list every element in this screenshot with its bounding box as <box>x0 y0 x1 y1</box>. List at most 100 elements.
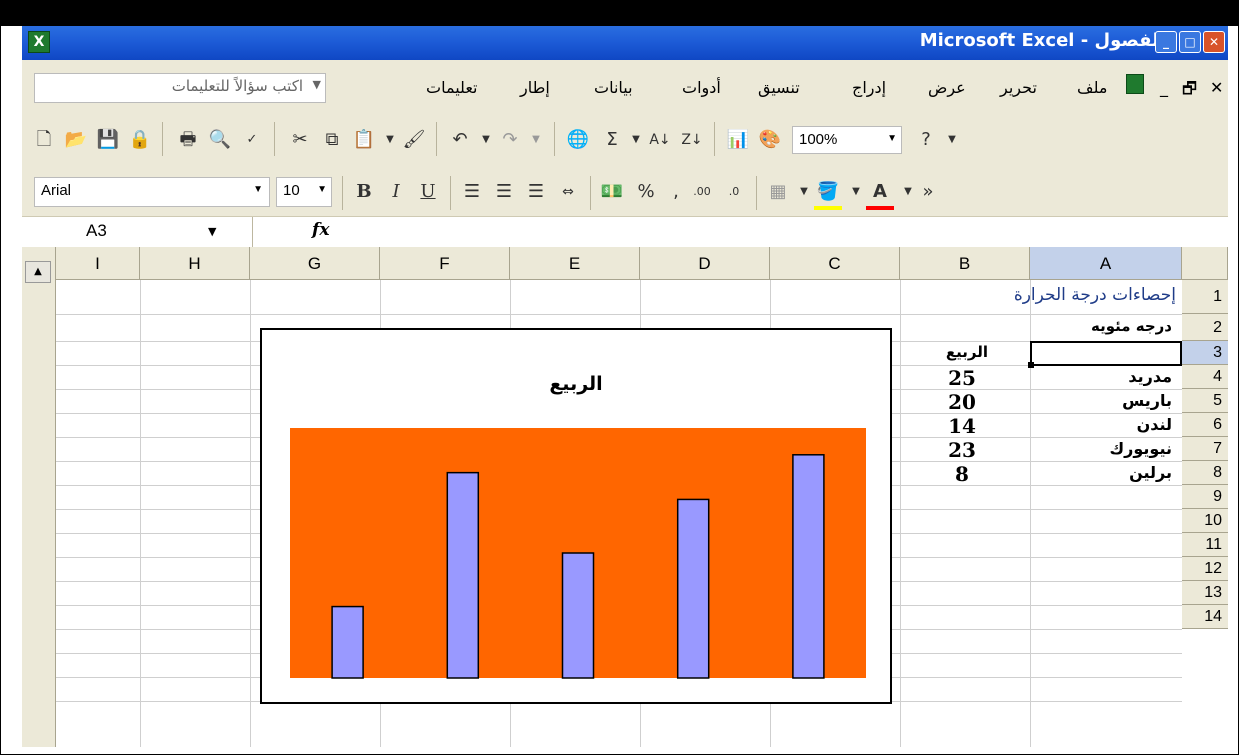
redo-icon[interactable]: ↷ <box>496 126 524 154</box>
scroll-up-icon[interactable]: ▲ <box>25 261 51 283</box>
menu-insert[interactable]: إدراج <box>852 78 886 97</box>
chart-bar[interactable] <box>446 471 480 679</box>
decrease-decimal-icon[interactable]: .0 <box>720 178 748 206</box>
embedded-chart[interactable]: الربيع <box>260 328 892 704</box>
percent-icon[interactable]: % <box>632 178 660 206</box>
cell-b4[interactable]: 25 <box>942 366 982 390</box>
open-icon[interactable]: 📂 <box>62 126 90 154</box>
cell-b3[interactable]: الربيع <box>946 343 988 361</box>
cell-a2[interactable]: درجه مئويه <box>1091 317 1172 335</box>
chevron-down-icon[interactable]: ▼ <box>887 133 897 144</box>
cell-a6[interactable]: لندن <box>1137 415 1172 434</box>
comma-icon[interactable]: , <box>662 178 690 206</box>
menu-tools[interactable]: أدوات <box>682 78 721 97</box>
underline-icon[interactable]: U <box>414 178 442 206</box>
column-header-i[interactable]: I <box>56 247 140 280</box>
row-header-3[interactable]: 3 <box>1182 341 1228 365</box>
bold-icon[interactable]: B <box>350 178 378 206</box>
column-header-e[interactable]: E <box>510 247 640 280</box>
column-header-f[interactable]: F <box>380 247 510 280</box>
row-header-6[interactable]: 6 <box>1182 413 1228 437</box>
column-header-b[interactable]: B <box>900 247 1030 280</box>
permission-icon[interactable]: 🔒 <box>126 126 154 154</box>
cell-a4[interactable]: مدريد <box>1128 367 1172 386</box>
column-header-h[interactable]: H <box>140 247 250 280</box>
menu-view[interactable]: عرض <box>928 78 966 97</box>
chevron-down-icon[interactable]: ▼ <box>317 184 327 195</box>
merge-center-icon[interactable]: ⇔ <box>554 178 582 206</box>
format-painter-icon[interactable]: 🖌 <box>400 126 428 154</box>
chart-bar[interactable] <box>331 605 364 679</box>
print-preview-icon[interactable]: 🔍 <box>206 126 234 154</box>
row-header-14[interactable]: 14 <box>1182 605 1228 629</box>
italic-icon[interactable]: I <box>382 178 410 206</box>
copy-icon[interactable]: ⧉ <box>318 126 346 154</box>
row-header-11[interactable]: 11 <box>1182 533 1228 557</box>
cell-b8[interactable]: 8 <box>942 462 982 486</box>
doc-close-icon[interactable]: ✕ <box>1210 78 1223 97</box>
hyperlink-icon[interactable]: 🌐 <box>564 126 592 154</box>
formula-input[interactable] <box>342 217 1228 247</box>
doc-minimize-icon[interactable]: _ <box>1160 78 1168 97</box>
fx-icon[interactable]: fx <box>312 220 329 240</box>
cell-b5[interactable]: 20 <box>942 390 982 414</box>
fill-color-icon[interactable]: 🪣 <box>814 178 842 210</box>
chevron-down-icon[interactable]: ▼ <box>313 78 321 91</box>
cell-a8[interactable]: برلين <box>1129 463 1172 482</box>
row-header-7[interactable]: 7 <box>1182 437 1228 461</box>
cell-b6[interactable]: 14 <box>942 414 982 438</box>
toolbar-options-icon[interactable]: » <box>914 178 942 206</box>
align-left-icon[interactable]: ☰ <box>458 178 486 206</box>
column-header-c[interactable]: C <box>770 247 900 280</box>
row-header-8[interactable]: 8 <box>1182 461 1228 485</box>
row-header-2[interactable]: 2 <box>1182 314 1228 341</box>
maximize-icon[interactable]: □ <box>1179 31 1201 53</box>
excel-icon[interactable]: X <box>28 31 50 53</box>
menu-data[interactable]: بيانات <box>594 78 633 97</box>
menu-file[interactable]: ملف <box>1077 78 1107 97</box>
cell-a3-selected[interactable] <box>1028 341 1182 368</box>
close-icon[interactable]: ✕ <box>1203 31 1225 53</box>
save-icon[interactable]: 💾 <box>94 126 122 154</box>
help-question-box[interactable]: اكتب سؤالاً للتعليمات ▼ <box>34 73 326 103</box>
cell-b7[interactable]: 23 <box>942 438 982 462</box>
redo-dropdown-icon[interactable]: ▼ <box>522 126 550 154</box>
sort-descending-icon[interactable]: Z↓ <box>678 126 706 154</box>
menu-window[interactable]: إطار <box>520 78 550 97</box>
align-right-icon[interactable]: ☰ <box>522 178 550 206</box>
chart-wizard-icon[interactable]: 📊 <box>724 126 752 154</box>
chart-bar[interactable] <box>792 454 825 679</box>
column-header-g[interactable]: G <box>250 247 380 280</box>
row-header-9[interactable]: 9 <box>1182 485 1228 509</box>
row-header-1[interactable]: 1 <box>1182 280 1228 314</box>
help-dropdown-icon[interactable]: ▼ <box>938 126 966 154</box>
name-box[interactable]: A3 ▼ <box>22 217 253 247</box>
print-icon[interactable]: 🖶 <box>174 126 202 154</box>
vertical-scrollbar[interactable]: ▲ <box>22 247 56 747</box>
spelling-icon[interactable]: ✓ <box>238 126 266 154</box>
new-icon[interactable]: 🗋 <box>30 126 58 154</box>
chevron-down-icon[interactable]: ▼ <box>253 184 263 195</box>
row-header-12[interactable]: 12 <box>1182 557 1228 581</box>
currency-icon[interactable]: 💵 <box>598 178 626 206</box>
help-icon[interactable]: ? <box>912 126 940 154</box>
column-header-a[interactable]: A <box>1030 247 1182 280</box>
doc-restore-icon[interactable]: 🗗 <box>1182 78 1197 105</box>
menu-edit[interactable]: تحرير <box>1000 78 1037 97</box>
menu-format[interactable]: تنسيق <box>758 78 800 97</box>
fill-handle[interactable] <box>1028 362 1034 368</box>
row-header-13[interactable]: 13 <box>1182 581 1228 605</box>
center-icon[interactable]: ☰ <box>490 178 518 206</box>
doc-excel-icon[interactable] <box>1126 74 1144 94</box>
cell-a7[interactable]: نيويورك <box>1110 439 1172 458</box>
paste-icon[interactable]: 📋 <box>350 126 378 154</box>
cell-a1[interactable]: إحصاءات درجة الحرارة <box>1014 285 1176 305</box>
row-header-5[interactable]: 5 <box>1182 389 1228 413</box>
chevron-down-icon[interactable]: ▼ <box>208 225 216 238</box>
font-name-combo[interactable]: Arial ▼ <box>34 177 270 207</box>
zoom-combo[interactable]: 100% ▼ <box>792 126 902 154</box>
cut-icon[interactable]: ✂ <box>286 126 314 154</box>
undo-icon[interactable]: ↶ <box>446 126 474 154</box>
sort-ascending-icon[interactable]: A↓ <box>646 126 674 154</box>
increase-decimal-icon[interactable]: .00 <box>688 178 716 206</box>
